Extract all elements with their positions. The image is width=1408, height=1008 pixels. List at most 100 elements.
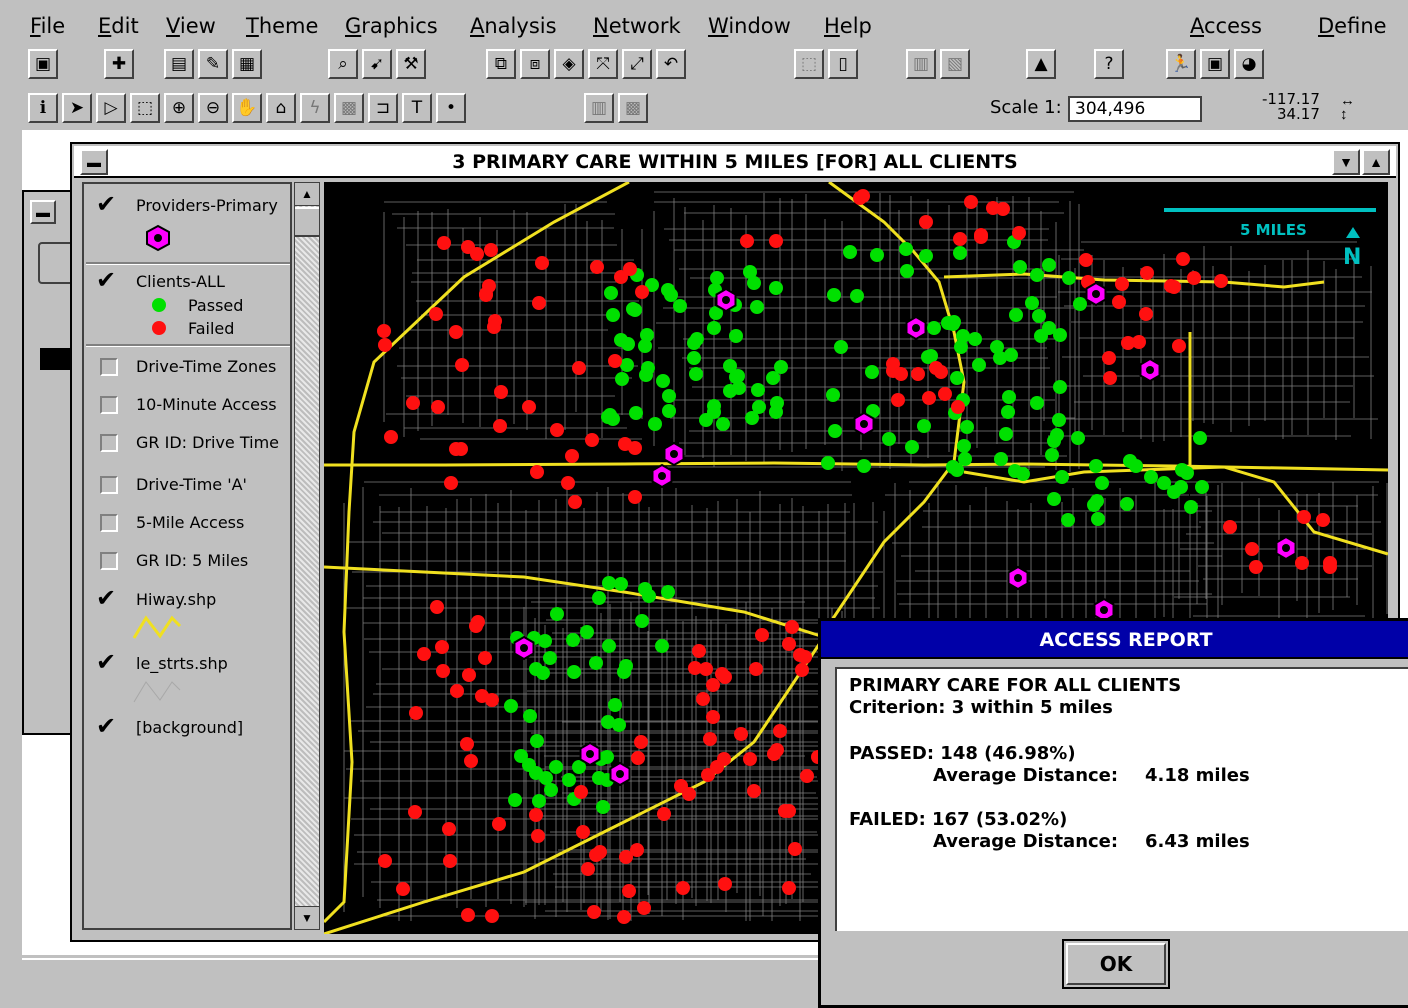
client-passed-point[interactable] <box>580 625 594 639</box>
client-passed-point[interactable] <box>960 420 974 434</box>
client-passed-point[interactable] <box>1144 470 1158 484</box>
client-passed-point[interactable] <box>828 424 842 438</box>
client-failed-point[interactable] <box>460 737 474 751</box>
client-failed-point[interactable] <box>1223 520 1237 534</box>
client-passed-point[interactable] <box>614 333 628 347</box>
client-failed-point[interactable] <box>431 400 445 414</box>
client-failed-point[interactable] <box>743 752 757 766</box>
client-failed-point[interactable] <box>749 662 763 676</box>
client-passed-point[interactable] <box>1091 512 1105 526</box>
client-failed-point[interactable] <box>492 817 506 831</box>
legend-layer-streets[interactable]: ✔ le_strts.shp <box>84 646 290 710</box>
zoom-out-icon[interactable]: ⤢ <box>622 49 652 79</box>
menu-network[interactable]: Network <box>593 14 681 38</box>
edit-legend-icon[interactable]: ✎ <box>198 49 228 79</box>
client-passed-point[interactable] <box>917 419 931 433</box>
client-passed-point[interactable] <box>606 412 620 426</box>
client-passed-point[interactable] <box>689 367 703 381</box>
vertex-edit-icon[interactable]: ▷ <box>96 93 126 123</box>
zoom-in-icon[interactable]: ⤧ <box>588 49 618 79</box>
scale-input[interactable]: 304,496 <box>1068 96 1202 122</box>
legend-layer-grid-5-miles[interactable]: GR ID: 5 Miles <box>84 542 290 578</box>
client-failed-point[interactable] <box>773 724 787 738</box>
client-failed-point[interactable] <box>581 862 595 876</box>
legend-layer-drive-time-zones[interactable]: Drive-Time Zones <box>84 348 290 384</box>
client-passed-point[interactable] <box>900 264 914 278</box>
client-failed-point[interactable] <box>1140 266 1154 280</box>
client-passed-point[interactable] <box>1045 448 1059 462</box>
checkmark-icon[interactable]: ✔ <box>96 268 116 292</box>
find-icon[interactable]: ⌕ <box>328 49 358 79</box>
legend-scrollbar[interactable]: ▲ ▼ <box>294 182 320 930</box>
client-passed-point[interactable] <box>1062 271 1076 285</box>
client-passed-point[interactable] <box>821 456 835 470</box>
select-box-icon[interactable]: ⬚ <box>130 93 160 123</box>
client-passed-point[interactable] <box>1123 454 1137 468</box>
layer-checkbox[interactable] <box>100 358 118 376</box>
client-passed-point[interactable] <box>1055 470 1069 484</box>
client-passed-point[interactable] <box>1025 296 1039 310</box>
client-passed-point[interactable] <box>687 351 701 365</box>
client-passed-point[interactable] <box>662 389 676 403</box>
client-passed-point[interactable] <box>946 460 960 474</box>
client-passed-point[interactable] <box>1195 480 1209 494</box>
layer-checkbox[interactable] <box>100 396 118 414</box>
checkmark-icon[interactable]: ✔ <box>96 586 116 610</box>
client-passed-point[interactable] <box>1184 500 1198 514</box>
client-failed-point[interactable] <box>561 476 575 490</box>
menu-define[interactable]: Define <box>1318 14 1387 38</box>
client-passed-point[interactable] <box>1047 434 1061 448</box>
client-failed-point[interactable] <box>692 644 706 658</box>
client-failed-point[interactable] <box>450 684 464 698</box>
client-failed-point[interactable] <box>568 495 582 509</box>
client-failed-point[interactable] <box>1139 307 1153 321</box>
client-passed-point[interactable] <box>639 368 653 382</box>
client-passed-point[interactable] <box>656 374 670 388</box>
client-failed-point[interactable] <box>590 260 604 274</box>
client-failed-point[interactable] <box>974 228 988 242</box>
client-passed-point[interactable] <box>1052 413 1066 427</box>
client-passed-point[interactable] <box>550 607 564 621</box>
layer-checkbox[interactable] <box>100 434 118 452</box>
client-failed-point[interactable] <box>1316 513 1330 527</box>
client-failed-point[interactable] <box>471 615 485 629</box>
client-passed-point[interactable] <box>514 749 528 763</box>
client-failed-point[interactable] <box>530 465 544 479</box>
measure-icon[interactable]: ⌂ <box>266 93 296 123</box>
client-failed-point[interactable] <box>782 637 796 651</box>
menu-window[interactable]: Window <box>708 14 791 38</box>
client-passed-point[interactable] <box>661 585 675 599</box>
client-passed-point[interactable] <box>957 439 971 453</box>
client-failed-point[interactable] <box>455 358 469 372</box>
menu-edit[interactable]: Edit <box>98 14 139 38</box>
provider-hexagon-icon[interactable] <box>579 741 601 767</box>
client-failed-point[interactable] <box>408 805 422 819</box>
client-failed-point[interactable] <box>682 787 696 801</box>
client-passed-point[interactable] <box>1030 396 1044 410</box>
client-passed-point[interactable] <box>530 734 544 748</box>
client-passed-point[interactable] <box>769 405 783 419</box>
client-passed-point[interactable] <box>968 332 982 346</box>
layer-checkbox[interactable] <box>100 552 118 570</box>
client-failed-point[interactable] <box>522 400 536 414</box>
client-failed-point[interactable] <box>565 449 579 463</box>
client-passed-point[interactable] <box>1030 268 1044 282</box>
client-passed-point[interactable] <box>655 639 669 653</box>
client-failed-point[interactable] <box>1112 295 1126 309</box>
client-failed-point[interactable] <box>442 822 456 836</box>
client-passed-point[interactable] <box>723 384 737 398</box>
query-builder-icon[interactable]: ⚒ <box>396 49 426 79</box>
client-failed-point[interactable] <box>406 396 420 410</box>
scroll-down-icon[interactable]: ▼ <box>295 906 319 929</box>
client-passed-point[interactable] <box>1032 309 1046 323</box>
client-failed-point[interactable] <box>429 307 443 321</box>
client-failed-point[interactable] <box>706 678 720 692</box>
client-passed-point[interactable] <box>826 388 840 402</box>
client-passed-point[interactable] <box>729 329 743 343</box>
ok-button[interactable]: OK <box>1062 939 1170 989</box>
client-failed-point[interactable] <box>485 693 499 707</box>
client-failed-point[interactable] <box>964 195 978 209</box>
client-passed-point[interactable] <box>994 452 1008 466</box>
menu-access[interactable]: Access <box>1190 14 1262 38</box>
client-passed-point[interactable] <box>567 665 581 679</box>
